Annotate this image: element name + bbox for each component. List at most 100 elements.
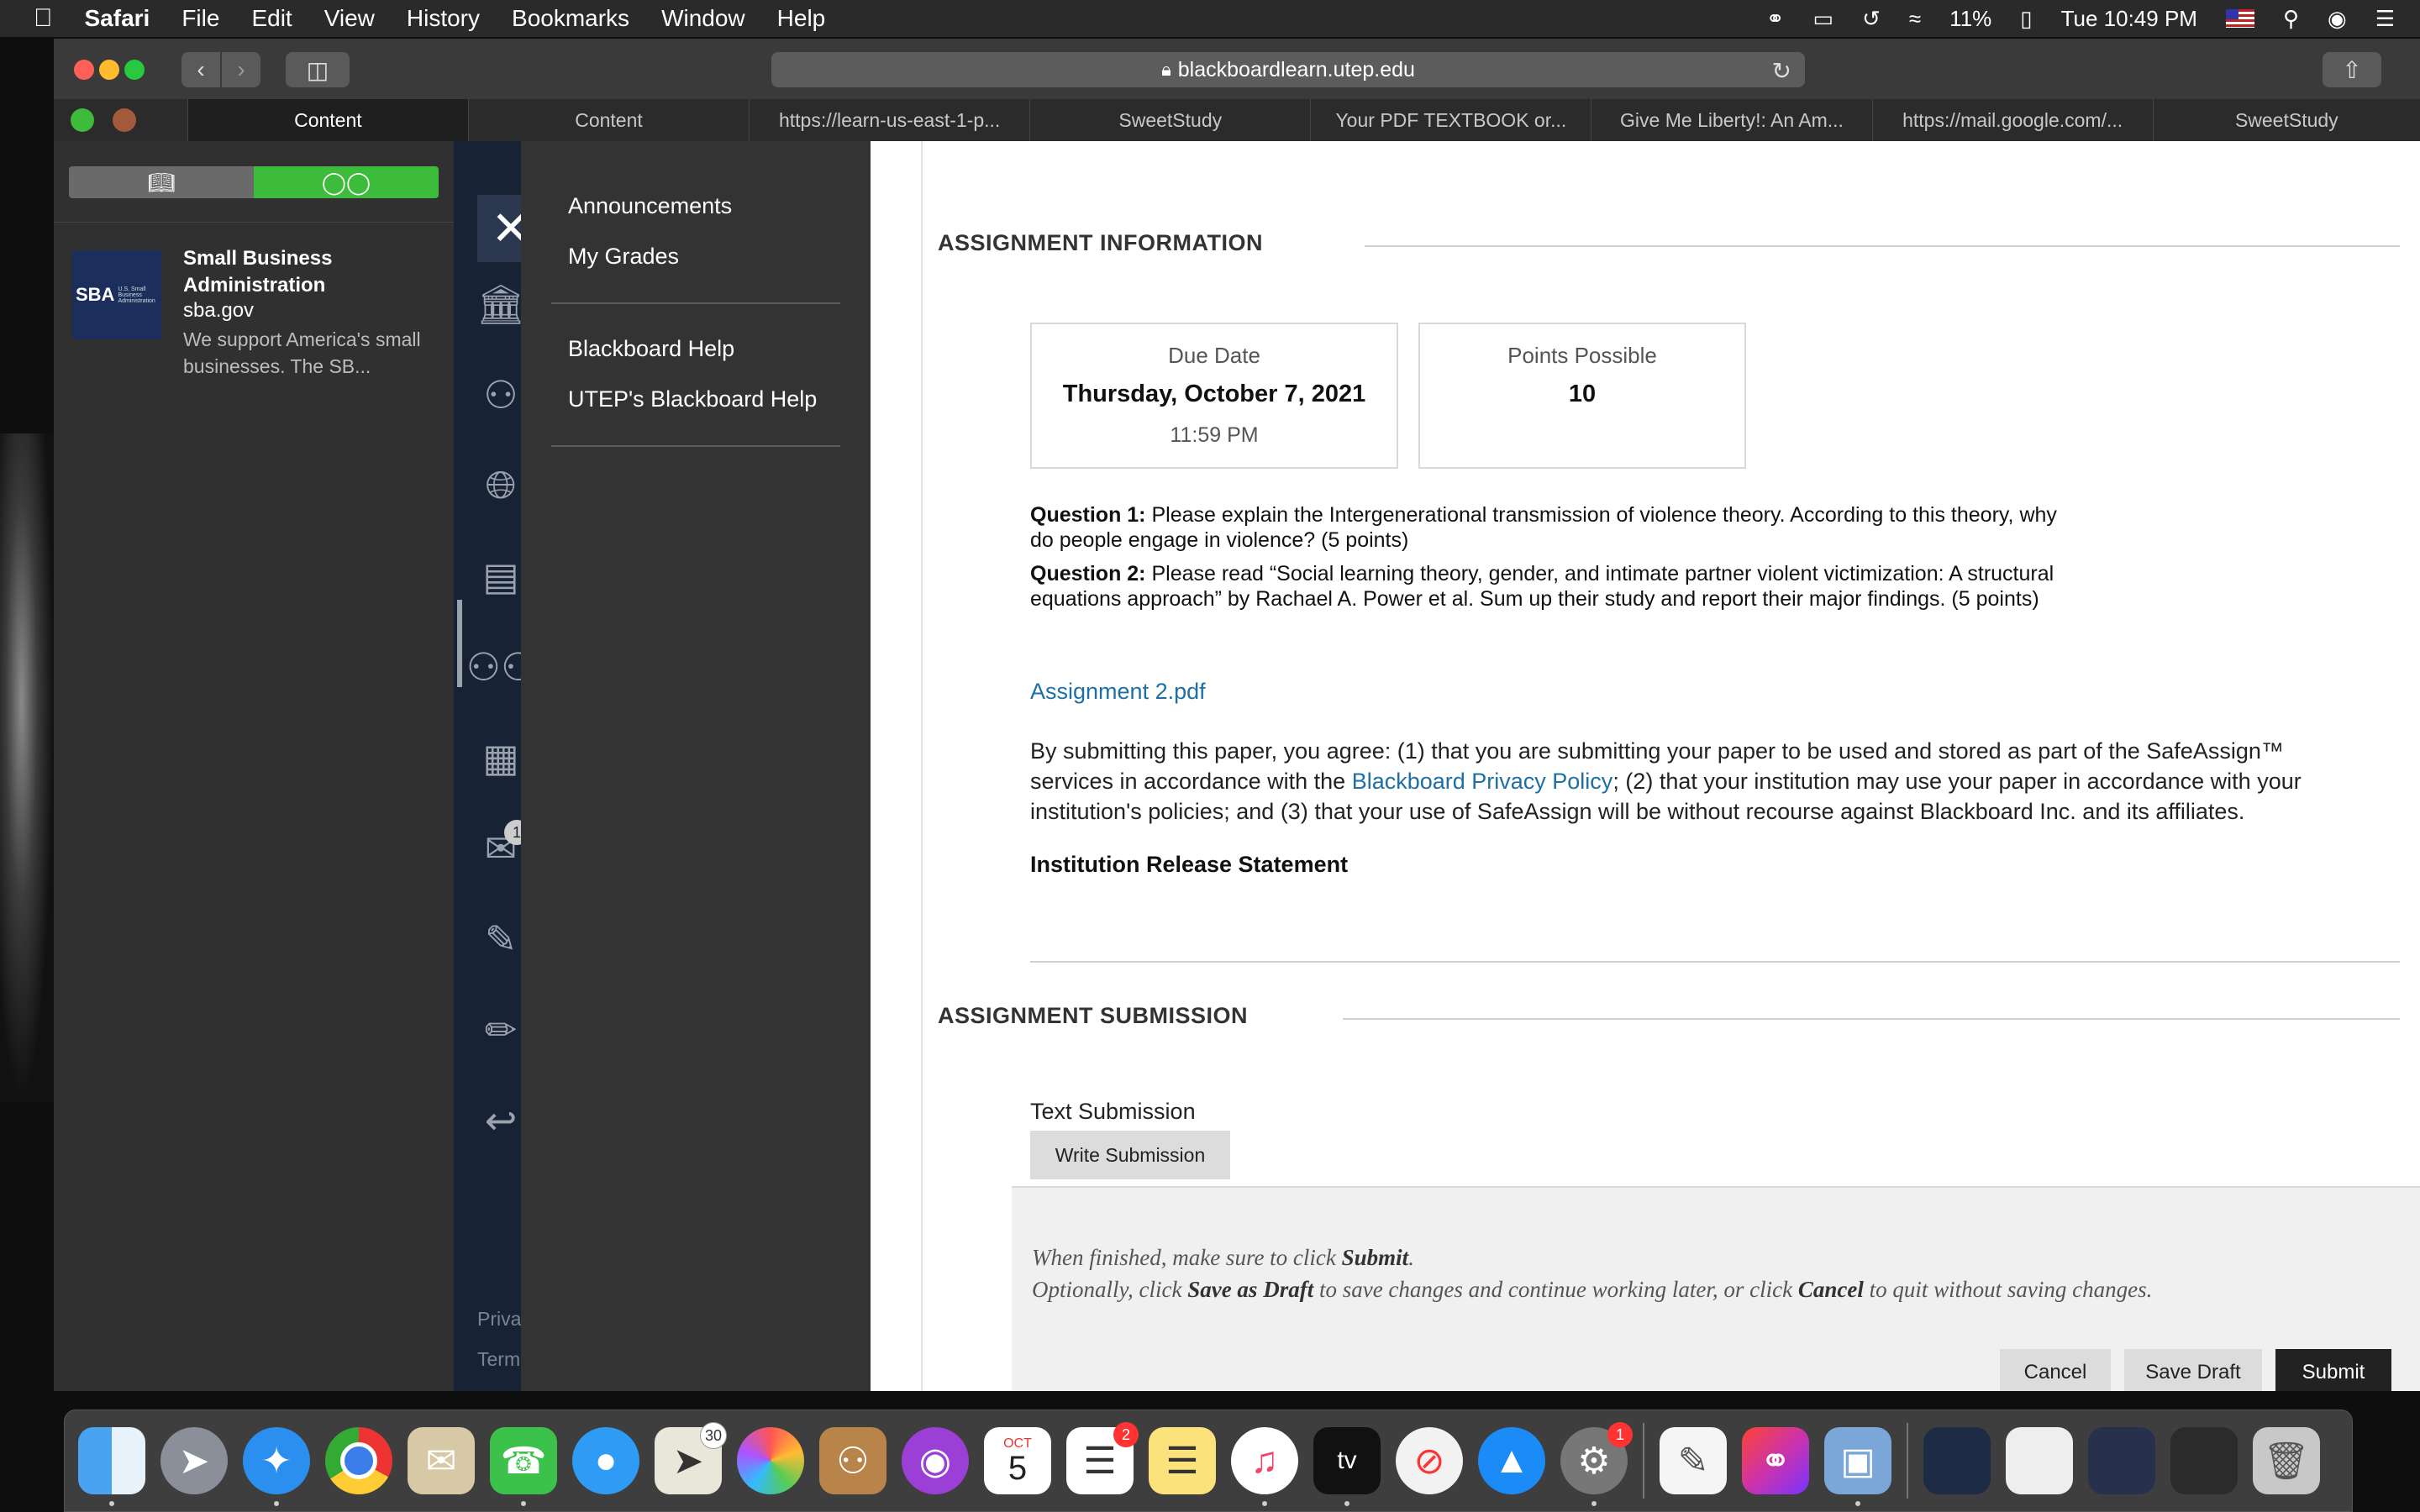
instruction-emphasis: Save as Draft bbox=[1187, 1277, 1314, 1302]
tab-sweetstudy-2[interactable]: SweetStudy bbox=[2152, 99, 2420, 141]
back-button[interactable]: ‹ bbox=[182, 52, 220, 87]
running-indicator bbox=[1344, 1501, 1349, 1506]
maps-icon[interactable]: ➤ 30 bbox=[655, 1422, 727, 1494]
tab-content[interactable]: Content bbox=[467, 99, 749, 141]
tab-learn-us-east[interactable]: https://learn-us-east-1-p... bbox=[749, 99, 1029, 141]
apple-tv-icon[interactable]: tv bbox=[1313, 1427, 1381, 1506]
cancel-button[interactable]: Cancel bbox=[2000, 1349, 2111, 1391]
minimized-window-1-icon[interactable] bbox=[1923, 1427, 1991, 1494]
reminders-icon[interactable]: ☰ 2 bbox=[1066, 1422, 1139, 1494]
profile-icon[interactable]: ⚇ bbox=[477, 371, 524, 418]
news-icon[interactable]: ⊘ bbox=[1396, 1427, 1463, 1494]
reload-icon[interactable]: ↻ bbox=[1772, 57, 1791, 85]
photos-icon[interactable] bbox=[737, 1427, 804, 1494]
menu-my-grades[interactable]: My Grades bbox=[568, 244, 679, 270]
groups-icon[interactable]: ⚇⚇ bbox=[466, 643, 535, 690]
heading-rule bbox=[1365, 245, 2400, 247]
safari-icon[interactable]: ✦ bbox=[243, 1427, 310, 1506]
menu-file[interactable]: File bbox=[182, 5, 219, 32]
save-draft-button[interactable]: Save Draft bbox=[2124, 1349, 2262, 1391]
chrome-icon[interactable] bbox=[325, 1427, 392, 1494]
system-preferences-icon[interactable]: ⚙ 1 bbox=[1560, 1422, 1633, 1506]
time-machine-icon[interactable]: ↺ bbox=[1862, 6, 1881, 32]
window-close-button[interactable] bbox=[74, 60, 94, 80]
finder-icon[interactable] bbox=[78, 1427, 145, 1506]
menu-edit[interactable]: Edit bbox=[251, 5, 292, 32]
siri-icon[interactable]: ◉ bbox=[2328, 6, 2347, 32]
attachment-link[interactable]: Assignment 2.pdf bbox=[1030, 679, 1206, 705]
dock-separator bbox=[1907, 1423, 1908, 1499]
pinned-tab-messages-icon[interactable] bbox=[71, 108, 94, 132]
preview-icon[interactable]: ▣ bbox=[1824, 1427, 1891, 1506]
tab-gmail[interactable]: https://mail.google.com/... bbox=[1871, 99, 2153, 141]
menu-blackboard-help[interactable]: Blackboard Help bbox=[568, 336, 734, 362]
menu-view[interactable]: View bbox=[324, 5, 375, 32]
courses-icon[interactable]: ▤ bbox=[477, 553, 524, 600]
menu-help[interactable]: Help bbox=[777, 5, 826, 32]
facetime-icon[interactable]: ☎ bbox=[490, 1427, 557, 1506]
notification-center-icon[interactable]: ☰ bbox=[2375, 6, 2395, 32]
running-indicator bbox=[274, 1501, 279, 1506]
menu-announcements[interactable]: Announcements bbox=[568, 193, 732, 219]
minimized-window-4-icon[interactable] bbox=[2170, 1427, 2238, 1494]
reading-list-tab[interactable]: ◯◯ bbox=[254, 166, 439, 198]
minimized-window-2-icon[interactable] bbox=[2006, 1427, 2073, 1494]
question-2: Question 2: Please read “Social learning… bbox=[1030, 561, 2081, 612]
clock[interactable]: Tue 10:49 PM bbox=[2061, 6, 2197, 32]
calendar-app-icon[interactable]: OCT 5 bbox=[984, 1427, 1051, 1494]
messages-icon[interactable]: ● bbox=[572, 1427, 639, 1494]
privacy-link[interactable]: Priva bbox=[477, 1299, 528, 1339]
tools-icon[interactable]: ✏ bbox=[477, 1006, 524, 1053]
creative-cloud-icon[interactable]: ⚭ bbox=[1742, 1427, 1809, 1494]
minimized-window-3-icon[interactable] bbox=[2088, 1427, 2155, 1494]
notes-icon[interactable]: ☰ bbox=[1149, 1427, 1216, 1494]
sidebar-toggle-button[interactable]: ◫ bbox=[286, 52, 350, 87]
menu-history[interactable]: History bbox=[407, 5, 480, 32]
tab-pdf-textbook[interactable]: Your PDF TEXTBOOK or... bbox=[1310, 99, 1591, 141]
reading-list-item[interactable]: SBA U.S. Small Business Administration Sm… bbox=[72, 235, 442, 395]
input-source-flag-icon[interactable] bbox=[2225, 9, 2254, 28]
battery-icon[interactable]: ▯ bbox=[2020, 6, 2032, 32]
menu-window[interactable]: Window bbox=[661, 5, 745, 32]
airplay-icon[interactable]: ▭ bbox=[1813, 6, 1834, 32]
messages-icon[interactable]: ✉ 1 bbox=[477, 820, 529, 872]
app-store-icon[interactable]: ▲ bbox=[1478, 1427, 1545, 1494]
apple-icon[interactable]:  bbox=[34, 4, 53, 33]
institution-icon[interactable]: 🏛︎ bbox=[476, 281, 525, 328]
menu-utep-blackboard-help[interactable]: UTEP's Blackboard Help bbox=[568, 386, 817, 412]
spotlight-search-icon[interactable]: ⚲ bbox=[2283, 6, 2299, 32]
grades-icon[interactable]: ✎ bbox=[477, 916, 524, 963]
tab-give-me-liberty[interactable]: Give Me Liberty!: An Am... bbox=[1591, 99, 1871, 141]
window-zoom-button[interactable] bbox=[124, 60, 145, 80]
privacy-policy-link[interactable]: Blackboard Privacy Policy bbox=[1352, 769, 1613, 794]
terms-link[interactable]: Term bbox=[477, 1339, 528, 1379]
share-icon: ⇧ bbox=[2342, 56, 2362, 83]
bookmarks-tab[interactable]: 📖︎ bbox=[69, 166, 254, 198]
write-submission-button[interactable]: Write Submission bbox=[1030, 1131, 1230, 1179]
creative-cloud-icon[interactable]: ⚭ bbox=[1766, 6, 1785, 32]
launchpad-icon[interactable]: ➤ bbox=[160, 1427, 228, 1494]
pinned-tab-utep-icon[interactable] bbox=[113, 108, 136, 132]
battery-percent[interactable]: 11% bbox=[1949, 6, 1991, 32]
tab-content-active[interactable]: Content bbox=[187, 99, 468, 141]
sign-out-icon[interactable]: ↩ bbox=[477, 1097, 524, 1144]
assignment-submission-heading: ASSIGNMENT SUBMISSION bbox=[938, 1003, 1249, 1028]
menu-bookmarks[interactable]: Bookmarks bbox=[512, 5, 629, 32]
tab-sweetstudy[interactable]: SweetStudy bbox=[1029, 99, 1310, 141]
textedit-icon[interactable]: ✎ bbox=[1660, 1427, 1727, 1494]
forward-button[interactable]: › bbox=[222, 52, 260, 87]
music-icon[interactable]: ♫ bbox=[1231, 1427, 1298, 1506]
address-bar[interactable]: 🔒︎ blackboardlearn.utep.edu ↻ bbox=[771, 52, 1805, 87]
contacts-icon[interactable]: ⚇ bbox=[819, 1427, 886, 1494]
mail-stamp-icon[interactable]: ✉ bbox=[408, 1427, 475, 1494]
menu-app-name[interactable]: Safari bbox=[85, 5, 150, 32]
share-button[interactable]: ⇧ bbox=[2323, 52, 2381, 87]
podcasts-icon[interactable]: ◉ bbox=[902, 1427, 969, 1494]
globe-icon[interactable]: 🌐︎ bbox=[477, 462, 524, 509]
window-minimize-button[interactable] bbox=[99, 60, 119, 80]
calendar-icon[interactable]: ▦ bbox=[477, 734, 524, 781]
trash-icon[interactable]: 🗑︎ bbox=[2253, 1427, 2320, 1494]
question-2-label: Question 2: bbox=[1030, 562, 1146, 585]
submit-button[interactable]: Submit bbox=[2275, 1349, 2391, 1391]
wifi-icon[interactable]: ≈ bbox=[1909, 6, 1921, 32]
